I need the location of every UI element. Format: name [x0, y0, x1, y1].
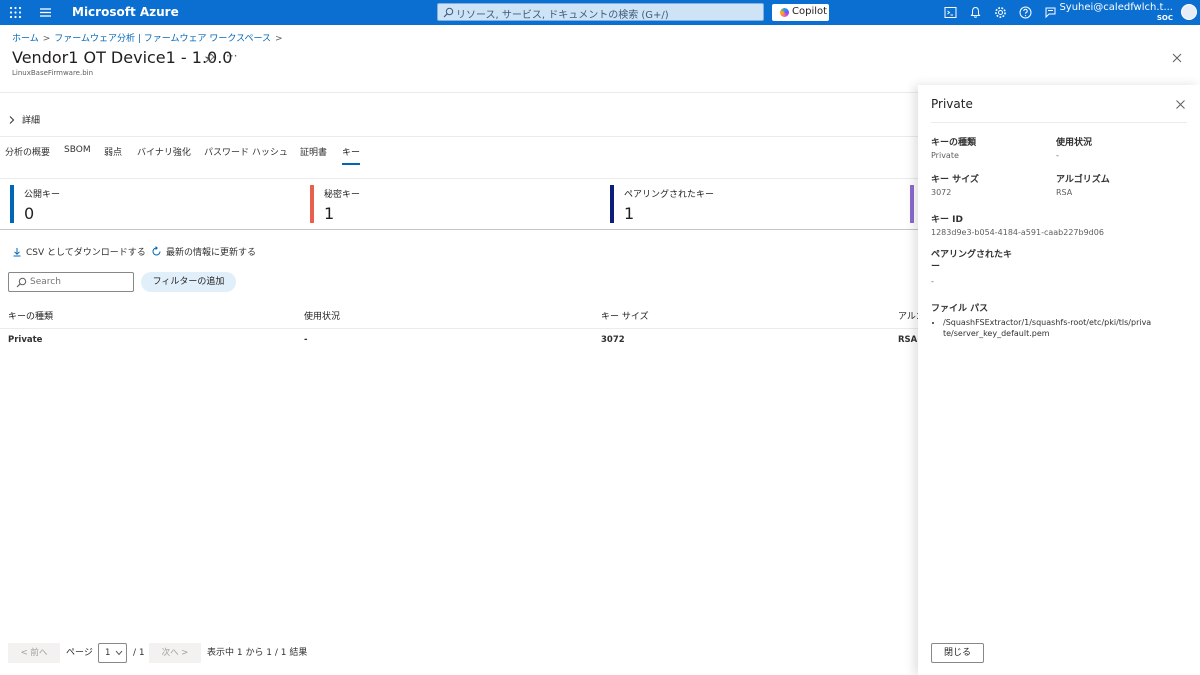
copilot-button[interactable]: Copilot — [772, 4, 829, 21]
card-label: 秘密キー — [324, 190, 361, 200]
copilot-icon — [780, 8, 789, 17]
details-expander[interactable]: 詳細 — [8, 113, 40, 126]
cell-key-size: 3072 — [601, 335, 625, 345]
panel-title: Private — [931, 97, 973, 111]
column-header-usage[interactable]: 使用状況 — [304, 309, 340, 322]
key-type-value: Private — [931, 151, 959, 160]
avatar[interactable] — [1181, 4, 1197, 20]
copilot-label: Copilot — [792, 6, 828, 17]
panel-divider — [931, 122, 1187, 123]
add-filter-button[interactable]: フィルターの追加 — [141, 272, 236, 292]
file-path-label: ファイル パス — [931, 304, 989, 314]
column-header-algorithm[interactable]: アルゴリズム — [898, 309, 918, 322]
download-icon — [13, 248, 21, 257]
cell-usage: - — [304, 335, 308, 345]
algorithm-value: RSA — [1056, 188, 1073, 197]
column-header-key-size[interactable]: キー サイズ — [601, 309, 649, 322]
chevron-right-icon: > — [275, 34, 283, 44]
paired-key-value: - — [931, 277, 934, 286]
tab-analysis-overview[interactable]: 分析の概要 — [5, 145, 50, 163]
top-bar: Microsoft Azure リソース, サービス, ドキュメントの検索 (G… — [0, 0, 1200, 25]
download-csv-label: CSV としてダウンロードする — [26, 248, 146, 258]
tab-keys[interactable]: キー — [342, 145, 361, 165]
refresh-icon — [152, 246, 161, 256]
cell-key-type: Private — [8, 335, 43, 345]
feedback-icon[interactable] — [1043, 5, 1058, 20]
more-options-button[interactable]: ··· — [226, 49, 237, 63]
column-header-key-type[interactable]: キーの種類 — [8, 309, 53, 322]
hamburger-menu-icon[interactable] — [38, 5, 53, 20]
summary-cards: 公開キー 0 秘密キー 1 ペアリングされたキー 1 — [0, 178, 918, 230]
next-page-button[interactable]: 次へ > — [149, 643, 201, 663]
help-icon[interactable] — [1018, 5, 1033, 20]
usage-label: 使用状況 — [1056, 138, 1093, 148]
user-name: Syuhei@caledfwlch.t... — [1059, 2, 1173, 13]
cell-algorithm: RSA — [898, 335, 918, 345]
brand-title[interactable]: Microsoft Azure — [72, 5, 179, 19]
card-value: 1 — [624, 204, 635, 223]
settings-gear-icon[interactable] — [993, 5, 1008, 20]
card-accent-bar — [910, 185, 914, 223]
key-size-label: キー サイズ — [931, 175, 979, 185]
tab-password-hashes[interactable]: パスワード ハッシュ — [204, 145, 288, 163]
breadcrumb-home[interactable]: ホーム — [12, 34, 39, 44]
close-icon[interactable] — [1175, 99, 1186, 110]
table-header-divider — [0, 328, 918, 329]
app-launcher-icon[interactable] — [8, 5, 23, 20]
chevron-right-icon: > — [42, 34, 51, 44]
pin-icon[interactable] — [204, 52, 216, 64]
page-label: ページ — [66, 648, 93, 658]
card-accent-bar — [310, 185, 314, 223]
page-select[interactable]: 1 — [98, 643, 127, 663]
card-accent-bar — [610, 185, 614, 223]
refresh-button[interactable]: 最新の情報に更新する — [151, 245, 256, 258]
search-icon — [443, 7, 454, 18]
header-divider — [0, 92, 918, 93]
tab-sbom[interactable]: SBOM — [64, 145, 91, 160]
notifications-bell-icon[interactable] — [968, 5, 983, 20]
key-details-panel: Private キーの種類 Private 使用状況 - キー サイズ 3072… — [918, 85, 1200, 675]
card-value: 1 — [324, 204, 335, 223]
card-label: 公開キー — [24, 190, 61, 200]
breadcrumb: ホーム > ファームウェア分析 | ファームウェア ワークスペース > — [12, 31, 287, 44]
cloud-shell-icon[interactable] — [943, 5, 958, 20]
account-menu[interactable]: Syuhei@caledfwlch.t... SOC — [1059, 2, 1173, 23]
search-placeholder: リソース, サービス, ドキュメントの検索 (G+/) — [456, 10, 669, 21]
chevron-right-icon — [9, 116, 15, 124]
search-icon — [16, 277, 27, 288]
card-value: 0 — [24, 204, 35, 223]
details-divider — [0, 136, 918, 137]
tab-binary-hardening[interactable]: バイナリ強化 — [137, 145, 191, 163]
key-size-value: 3072 — [931, 188, 952, 197]
file-path-list: /SquashFSExtractor/1/squashfs-root/etc/p… — [943, 317, 1153, 339]
results-summary: 表示中 1 から 1 / 1 結果 — [207, 648, 308, 658]
download-csv-button[interactable]: CSV としてダウンロードする — [12, 245, 146, 258]
usage-value: - — [1056, 151, 1059, 160]
global-search-input[interactable]: リソース, サービス, ドキュメントの検索 (G+/) — [437, 3, 764, 21]
page-subtitle: LinuxBaseFirmware.bin — [12, 69, 94, 77]
current-page: 1 — [105, 648, 111, 658]
paired-key-label: ペアリングされたキー — [931, 250, 1013, 272]
card-label: ペアリングされたキー — [624, 190, 715, 200]
total-pages: / 1 — [133, 648, 145, 658]
key-id-value: 1283d9e3-b054-4184-a591-caab227b9d06 — [931, 228, 1104, 237]
algorithm-label: アルゴリズム — [1056, 175, 1110, 185]
user-tenant: SOC — [1156, 14, 1173, 22]
search-field[interactable] — [30, 275, 130, 289]
close-button[interactable]: 閉じる — [931, 643, 984, 663]
key-id-label: キー ID — [931, 215, 963, 225]
card-accent-bar — [10, 185, 14, 223]
close-icon[interactable] — [1171, 52, 1183, 64]
details-label: 詳細 — [22, 116, 41, 126]
page-title: Vendor1 OT Device1 - 1.0.0 — [12, 48, 233, 67]
list-item: /SquashFSExtractor/1/squashfs-root/etc/p… — [943, 317, 1153, 339]
key-type-label: キーの種類 — [931, 138, 977, 148]
chevron-down-icon — [115, 650, 123, 656]
search-input[interactable] — [8, 272, 134, 292]
refresh-label: 最新の情報に更新する — [166, 248, 257, 258]
prev-page-button[interactable]: < 前へ — [8, 643, 60, 663]
breadcrumb-firmware-analysis[interactable]: ファームウェア分析 | ファームウェア ワークスペース — [54, 34, 271, 44]
tab-certificates[interactable]: 証明書 — [300, 145, 327, 163]
tab-weaknesses[interactable]: 弱点 — [104, 145, 122, 163]
